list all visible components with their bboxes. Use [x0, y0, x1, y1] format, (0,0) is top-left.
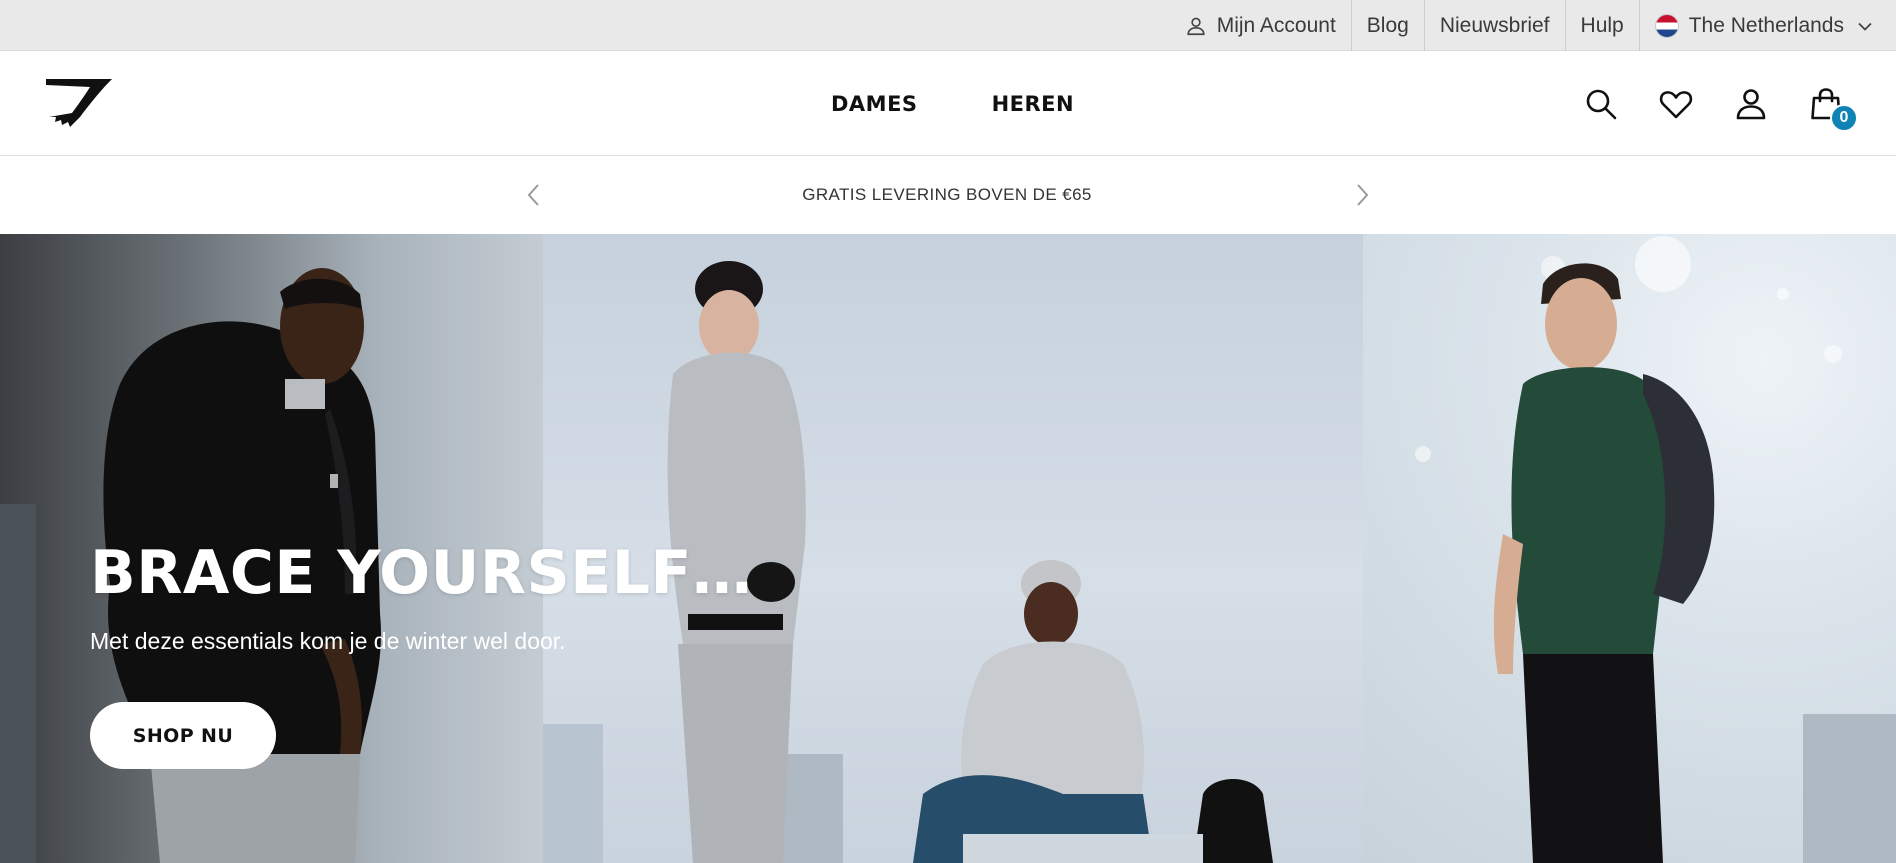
hero-title: BRACE YOURSELF… — [90, 538, 753, 608]
account-label: Mijn Account — [1216, 13, 1336, 37]
nav-item-women[interactable]: DAMES — [831, 92, 918, 116]
utility-links: Mijn Account Blog Nieuwsbrief Hulp The N… — [1170, 0, 1896, 51]
chevron-down-icon — [1856, 17, 1874, 35]
nav-item-men[interactable]: HEREN — [992, 92, 1075, 116]
newsletter-link[interactable]: Nieuwsbrief — [1423, 0, 1565, 51]
account-link[interactable]: Mijn Account — [1170, 0, 1351, 51]
main-nav: DAMES HEREN — [831, 51, 1148, 156]
hero-banner[interactable]: BRACE YOURSELF… Met deze essentials kom … — [0, 234, 1896, 863]
promo-message-container: GRATIS LEVERING BOVEN DE €65 — [0, 156, 1896, 234]
shop-now-button[interactable]: SHOP NU — [90, 702, 276, 769]
cart-count-badge: 0 — [1830, 103, 1858, 132]
utility-bar: Mijn Account Blog Nieuwsbrief Hulp The N… — [0, 0, 1896, 51]
promo-message: GRATIS LEVERING BOVEN DE €65 — [802, 185, 1092, 204]
hero-image-right — [1363, 234, 1896, 863]
blog-link[interactable]: Blog — [1350, 0, 1424, 51]
country-selector[interactable]: The Netherlands — [1638, 0, 1896, 51]
hero-subtitle: Met deze essentials kom je de winter wel… — [90, 628, 566, 654]
newsletter-label: Nieuwsbrief — [1439, 13, 1550, 37]
site-header: DAMES HEREN 0 — [0, 51, 1896, 156]
netherlands-flag-icon — [1654, 13, 1679, 38]
blog-label: Blog — [1366, 13, 1409, 37]
search-icon[interactable] — [1583, 86, 1619, 122]
shopping-bag-icon[interactable]: 0 — [1808, 86, 1858, 132]
help-link[interactable]: Hulp — [1564, 0, 1639, 51]
country-label: The Netherlands — [1688, 13, 1844, 37]
hero-copy: BRACE YOURSELF… Met deze essentials kom … — [90, 538, 752, 655]
heart-icon[interactable] — [1658, 86, 1694, 122]
user-icon — [1185, 15, 1207, 37]
brand-logo[interactable] — [42, 75, 116, 131]
user-icon[interactable] — [1733, 86, 1769, 122]
help-label: Hulp — [1580, 13, 1624, 37]
model-green-sweatshirt — [1415, 236, 1896, 863]
chevron-right-icon[interactable] — [1347, 180, 1377, 210]
promo-bar: GRATIS LEVERING BOVEN DE €65 — [0, 156, 1896, 234]
header-actions: 0 — [1544, 51, 1858, 156]
